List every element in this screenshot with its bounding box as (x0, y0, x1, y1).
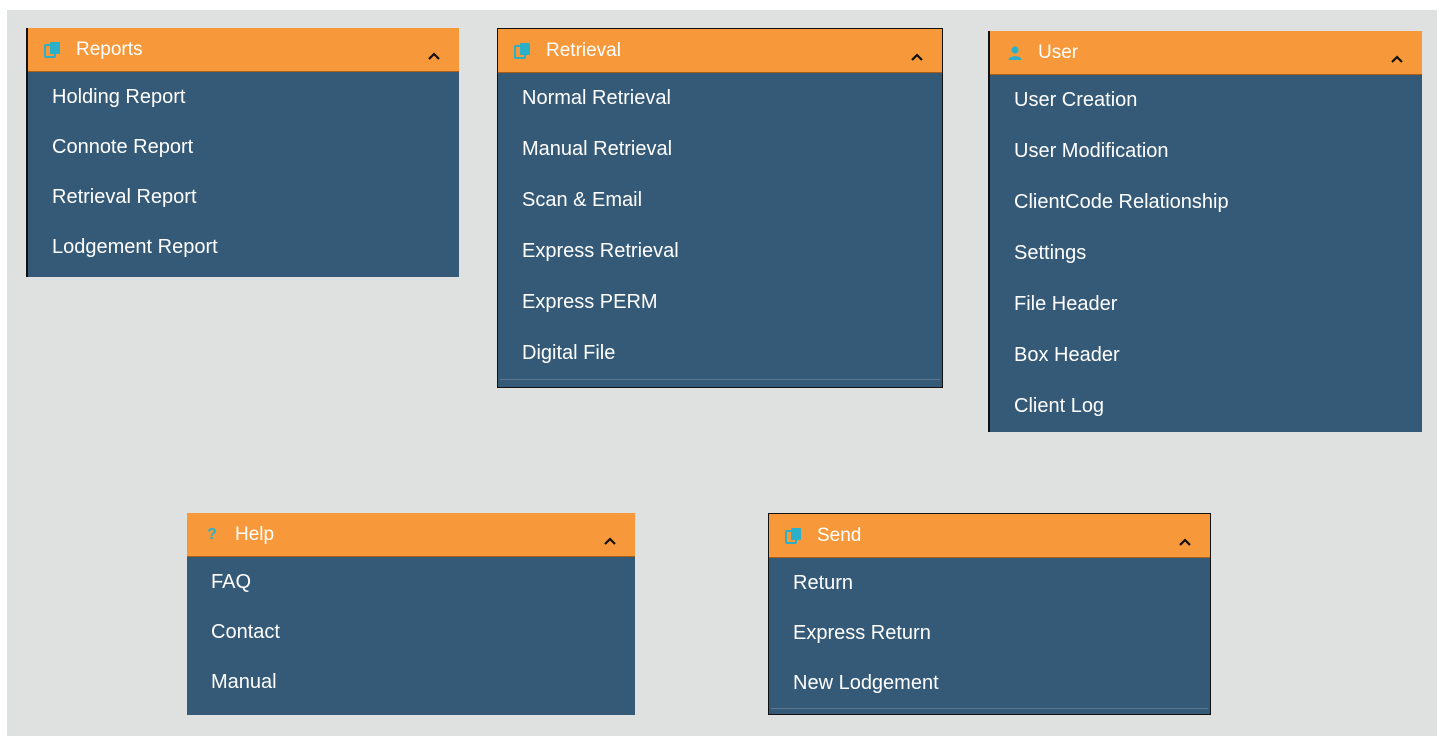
menu-item-scan-email[interactable]: Scan & Email (498, 175, 942, 226)
retrieval-menu-title: Retrieval (546, 39, 621, 61)
help-menu-title: Help (235, 523, 275, 545)
question-icon: ? (207, 525, 217, 543)
send-menu: Send Return Express Return New Lodgement (768, 513, 1211, 715)
menu-item-retrieval-report[interactable]: Retrieval Report (28, 172, 459, 222)
menu-item-file-header[interactable]: File Header (990, 279, 1422, 330)
menu-item-user-modification[interactable]: User Modification (990, 126, 1422, 177)
send-menu-title: Send (817, 524, 862, 546)
menu-item-normal-retrieval[interactable]: Normal Retrieval (498, 73, 942, 124)
user-menu: User User Creation User Modification Cli… (988, 31, 1422, 432)
chevron-up-icon[interactable] (1178, 531, 1192, 546)
menu-item-faq[interactable]: FAQ (187, 557, 635, 607)
menu-item-new-lodgement[interactable]: New Lodgement (769, 658, 1210, 708)
chevron-up-icon[interactable] (910, 46, 924, 61)
menu-bottom-divider (771, 708, 1208, 709)
user-menu-header[interactable]: User (990, 31, 1422, 75)
dashboard-canvas: Reports Holding Report Connote Report Re… (7, 10, 1437, 736)
menu-bottom-divider (500, 379, 940, 380)
menu-item-contact[interactable]: Contact (187, 607, 635, 657)
menu-item-manual[interactable]: Manual (187, 657, 635, 707)
reports-menu: Reports Holding Report Connote Report Re… (26, 28, 459, 277)
menu-item-digital-file[interactable]: Digital File (498, 328, 942, 379)
help-menu-header[interactable]: ? Help (187, 513, 635, 557)
menu-item-return[interactable]: Return (769, 558, 1210, 608)
menu-item-user-creation[interactable]: User Creation (990, 75, 1422, 126)
chevron-up-icon[interactable] (427, 45, 441, 60)
copy-icon (783, 527, 805, 545)
chevron-up-icon[interactable] (1390, 48, 1404, 63)
menu-item-express-retrieval[interactable]: Express Retrieval (498, 226, 942, 277)
menu-item-settings[interactable]: Settings (990, 228, 1422, 279)
menu-item-express-perm[interactable]: Express PERM (498, 277, 942, 328)
copy-icon (42, 41, 64, 59)
help-menu: ? Help FAQ Contact Manual (187, 513, 635, 715)
reports-menu-title: Reports (76, 38, 143, 60)
menu-item-box-header[interactable]: Box Header (990, 330, 1422, 381)
menu-item-express-return[interactable]: Express Return (769, 608, 1210, 658)
menu-item-holding-report[interactable]: Holding Report (28, 72, 459, 122)
user-icon (1004, 44, 1026, 62)
menu-item-manual-retrieval[interactable]: Manual Retrieval (498, 124, 942, 175)
send-menu-header[interactable]: Send (769, 514, 1210, 558)
reports-menu-header[interactable]: Reports (28, 28, 459, 72)
menu-item-clientcode-relationship[interactable]: ClientCode Relationship (990, 177, 1422, 228)
menu-item-connote-report[interactable]: Connote Report (28, 122, 459, 172)
menu-item-client-log[interactable]: Client Log (990, 381, 1422, 432)
retrieval-menu: Retrieval Normal Retrieval Manual Retrie… (497, 28, 943, 388)
user-menu-title: User (1038, 41, 1079, 63)
retrieval-menu-header[interactable]: Retrieval (498, 29, 942, 73)
copy-icon (512, 42, 534, 60)
chevron-up-icon[interactable] (603, 530, 617, 545)
menu-item-lodgement-report[interactable]: Lodgement Report (28, 222, 459, 272)
